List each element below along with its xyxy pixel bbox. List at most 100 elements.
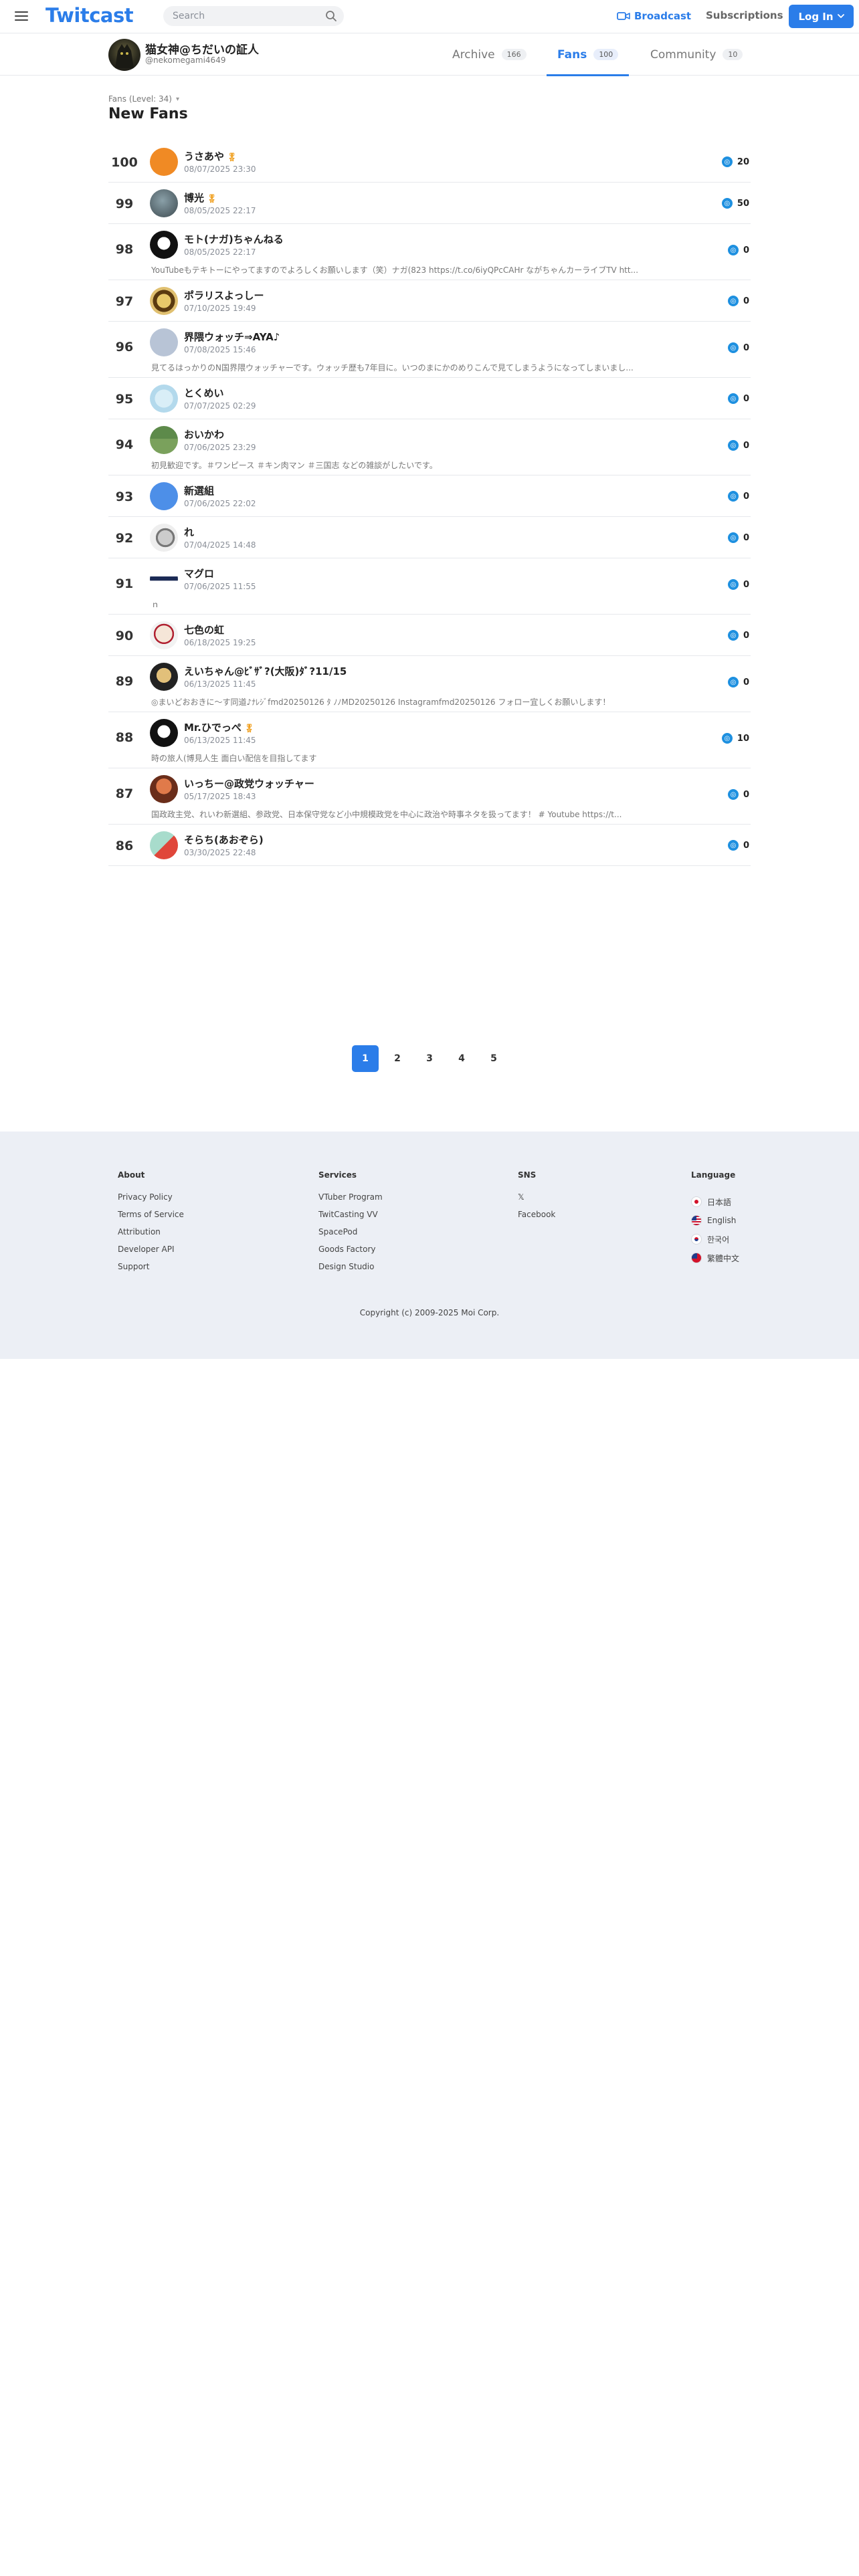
page-button[interactable]: 2 bbox=[384, 1045, 411, 1072]
fan-row[interactable]: 90 七色の虹 06/18/2025 19:25 ◎ 0 bbox=[108, 615, 751, 656]
pagination: 12345 bbox=[352, 1045, 507, 1072]
fan-avatar[interactable] bbox=[150, 426, 178, 454]
fan-row[interactable]: 95 とくめい 07/07/2025 02:29 ◎ 0 bbox=[108, 378, 751, 419]
profile-name[interactable]: 猫女神@ちだいの証人 bbox=[145, 40, 259, 57]
fan-avatar[interactable] bbox=[150, 565, 178, 593]
fan-name[interactable]: うさあや 🎖 bbox=[184, 149, 237, 163]
fan-name[interactable]: 七色の虹 bbox=[184, 623, 224, 637]
tab-community[interactable]: Community 10 bbox=[650, 33, 743, 76]
page-button[interactable]: 3 bbox=[416, 1045, 443, 1072]
fan-name[interactable]: おいかわ bbox=[184, 427, 224, 441]
fan-description: 時の旅人(博見人生 面白い配信を目指してます bbox=[151, 754, 317, 763]
footer-link-attribution[interactable]: Attribution bbox=[118, 1227, 184, 1245]
fan-avatar[interactable] bbox=[150, 524, 178, 552]
footer-link-x[interactable]: 𝕏 bbox=[518, 1192, 555, 1210]
footer-link-privacy[interactable]: Privacy Policy bbox=[118, 1192, 184, 1210]
fan-date: 06/13/2025 11:45 bbox=[184, 679, 256, 689]
footer-link-terms[interactable]: Terms of Service bbox=[118, 1210, 184, 1227]
fan-name[interactable]: モト(ナガ)ちゃんねる bbox=[184, 232, 284, 246]
footer-link-design-studio[interactable]: Design Studio bbox=[318, 1262, 383, 1279]
language-korean[interactable]: 한국어 bbox=[691, 1230, 739, 1249]
breadcrumb[interactable]: Fans (Level: 34) ▾ bbox=[108, 94, 179, 104]
fan-avatar[interactable] bbox=[150, 287, 178, 315]
fan-name[interactable]: そらち(あおぞら) bbox=[184, 833, 264, 847]
search-input[interactable] bbox=[173, 10, 320, 22]
coin-icon: ◎ bbox=[727, 677, 739, 687]
fan-avatar[interactable] bbox=[150, 621, 178, 649]
fan-name[interactable]: いっちー@政党ウォッチャー bbox=[184, 776, 314, 790]
language-japanese[interactable]: 日本語 bbox=[691, 1192, 739, 1211]
fan-name[interactable]: えいちゃん@ﾋﾞｻﾞ?(大阪)ﾀﾞ?11/15 bbox=[184, 664, 347, 678]
footer-link-vtuber[interactable]: VTuber Program bbox=[318, 1192, 383, 1210]
fan-name[interactable]: 博光 🎖 bbox=[184, 191, 217, 205]
fan-name[interactable]: 新選組 bbox=[184, 484, 214, 498]
fan-description: 見てるはっかりのN国界隈ウォッチャーです。ウォッチ歴も7年目に。いつのまにかのめ… bbox=[151, 363, 634, 372]
fan-name[interactable]: れ bbox=[184, 525, 194, 539]
fan-score: ◎ 0 bbox=[727, 491, 749, 502]
fan-name[interactable]: とくめい bbox=[184, 386, 224, 400]
footer-link-facebook[interactable]: Facebook bbox=[518, 1210, 555, 1227]
fan-score-value: 0 bbox=[743, 491, 749, 502]
fan-date: 08/05/2025 22:17 bbox=[184, 247, 256, 257]
login-button[interactable]: Log In bbox=[789, 5, 854, 28]
fan-score: ◎ 50 bbox=[721, 198, 749, 209]
fan-name-text: いっちー@政党ウォッチャー bbox=[184, 778, 314, 790]
search-icon[interactable] bbox=[325, 10, 337, 22]
coin-icon: ◎ bbox=[721, 156, 733, 167]
language-traditional-chinese[interactable]: 繁體中文 bbox=[691, 1249, 739, 1267]
fan-name[interactable]: ポラリスよっしー bbox=[184, 288, 264, 302]
profile-avatar[interactable] bbox=[108, 39, 140, 71]
fan-name-text: ポラリスよっしー bbox=[184, 290, 264, 302]
breadcrumb-label: Fans (Level: 34) bbox=[108, 94, 172, 104]
footer-link-support[interactable]: Support bbox=[118, 1262, 184, 1279]
fan-avatar[interactable] bbox=[150, 719, 178, 747]
page-button[interactable]: 5 bbox=[480, 1045, 507, 1072]
fan-row[interactable]: 89 えいちゃん@ﾋﾞｻﾞ?(大阪)ﾀﾞ?11/15 06/13/2025 11:4… bbox=[108, 656, 751, 712]
fan-row[interactable]: 94 おいかわ 07/06/2025 23:29 初見歓迎です。＃ワンピース ＃キン肉… bbox=[108, 419, 751, 475]
search-box[interactable] bbox=[163, 6, 344, 26]
fan-avatar[interactable] bbox=[150, 231, 178, 259]
page-button[interactable]: 4 bbox=[448, 1045, 475, 1072]
coin-icon: ◎ bbox=[727, 296, 739, 306]
broadcast-button[interactable]: Broadcast bbox=[617, 9, 691, 23]
fan-score: ◎ 0 bbox=[727, 245, 749, 255]
fan-avatar[interactable] bbox=[150, 148, 178, 176]
fan-row[interactable]: 88 Mr.ひでっぺ 🎖 06/13/2025 11:45 時の旅人(博見人生 面白い配… bbox=[108, 712, 751, 768]
fan-row[interactable]: 93 新選組 07/06/2025 22:02 ◎ 0 bbox=[108, 475, 751, 517]
fan-avatar[interactable] bbox=[150, 831, 178, 859]
fan-name[interactable]: Mr.ひでっぺ 🎖 bbox=[184, 720, 254, 734]
twitcast-logo[interactable]: Twitcast bbox=[45, 4, 134, 27]
footer-link-spacepod[interactable]: SpacePod bbox=[318, 1227, 383, 1245]
tab-fans[interactable]: Fans 100 bbox=[546, 33, 630, 76]
fan-row[interactable]: 86 そらち(あおぞら) 03/30/2025 22:48 ◎ 0 bbox=[108, 825, 751, 866]
fan-avatar[interactable] bbox=[150, 775, 178, 803]
fan-row[interactable]: 92 れ 07/04/2025 14:48 ◎ 0 bbox=[108, 517, 751, 558]
coin-icon: ◎ bbox=[721, 733, 733, 744]
footer-about: About Privacy Policy Terms of Service At… bbox=[118, 1170, 184, 1279]
footer-link-developer-api[interactable]: Developer API bbox=[118, 1245, 184, 1262]
fan-avatar[interactable] bbox=[150, 189, 178, 217]
fan-row[interactable]: 96 界隈ウォッチ⇒AYA♪ 07/08/2025 15:46 見てるはっかりのN国界… bbox=[108, 322, 751, 378]
fan-row[interactable]: 97 ポラリスよっしー 07/10/2025 19:49 ◎ 0 bbox=[108, 280, 751, 322]
footer-heading: Services bbox=[318, 1170, 357, 1180]
fan-row[interactable]: 100 うさあや 🎖 08/07/2025 23:30 ◎ 20 bbox=[108, 141, 751, 183]
tab-archive[interactable]: Archive 166 bbox=[452, 33, 527, 76]
footer-link-goods-factory[interactable]: Goods Factory bbox=[318, 1245, 383, 1262]
page-button[interactable]: 1 bbox=[352, 1045, 379, 1072]
fan-row[interactable]: 87 いっちー@政党ウォッチャー 05/17/2025 18:43 国政政主党、れいわ… bbox=[108, 768, 751, 825]
footer-link-twitcasting-vv[interactable]: TwitCasting VV bbox=[318, 1210, 383, 1227]
fan-avatar[interactable] bbox=[150, 663, 178, 691]
fan-description: ◎まいどおおきに〜す同道♪ﾅﾚｼﾞfmd20250126 ﾀ ﾉﾉMD20250… bbox=[151, 697, 611, 707]
fan-name[interactable]: マグロ bbox=[184, 566, 214, 580]
fan-name[interactable]: 界隈ウォッチ⇒AYA♪ bbox=[184, 330, 280, 344]
fan-avatar[interactable] bbox=[150, 328, 178, 356]
fan-avatar[interactable] bbox=[150, 482, 178, 510]
language-english[interactable]: English bbox=[691, 1211, 739, 1230]
fan-row[interactable]: 91 マグロ 07/06/2025 11:55 ｎ ◎ 0 bbox=[108, 558, 751, 615]
fan-avatar[interactable] bbox=[150, 385, 178, 413]
coin-icon: ◎ bbox=[727, 491, 739, 502]
fan-row[interactable]: 99 博光 🎖 08/05/2025 22:17 ◎ 50 bbox=[108, 183, 751, 224]
fan-row[interactable]: 98 モト(ナガ)ちゃんねる 08/05/2025 22:17 YouTubeもテキト… bbox=[108, 224, 751, 280]
subscriptions-link[interactable]: Subscriptions bbox=[706, 9, 783, 21]
hamburger-menu-icon[interactable] bbox=[13, 9, 31, 23]
